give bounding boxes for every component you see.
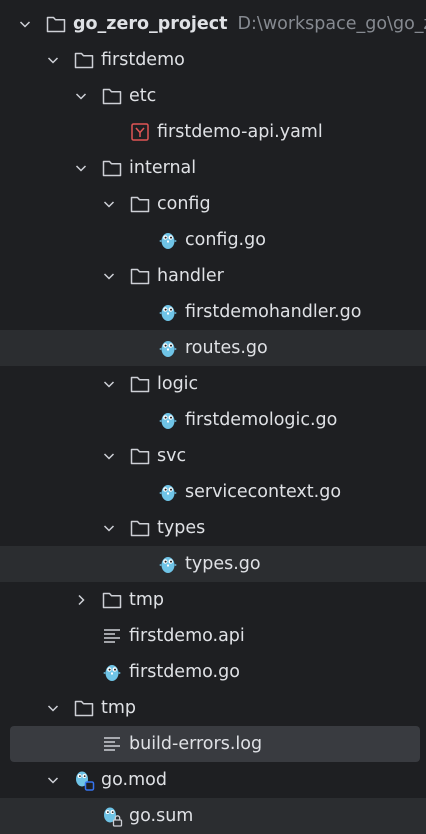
folder-icon (73, 49, 95, 71)
text-file-icon (101, 733, 123, 755)
text-file-icon (101, 625, 123, 647)
node-label: internal (129, 158, 197, 178)
tree-node-build-errors-log[interactable]: build-errors.log (10, 726, 420, 762)
node-label: routes.go (185, 338, 268, 358)
folder-icon (129, 517, 151, 539)
node-label: config (157, 194, 211, 214)
node-label: go.mod (101, 770, 167, 790)
node-label: types (157, 518, 206, 538)
node-label: logic (157, 374, 199, 394)
tree-node-tmp[interactable]: tmp (0, 690, 426, 726)
tree-node-firstdemohandler-go[interactable]: firstdemohandler.go (0, 294, 426, 330)
chevron-down-icon[interactable] (17, 16, 33, 32)
node-label: etc (129, 86, 157, 106)
tree-node-servicecontext-go[interactable]: servicecontext.go (0, 474, 426, 510)
tree-node-types-go[interactable]: types.go (0, 546, 426, 582)
node-label: servicecontext.go (185, 482, 342, 502)
gopher-go-file-icon (157, 337, 179, 359)
project-name: go_zero_project (73, 14, 228, 34)
chevron-right-icon[interactable] (73, 592, 89, 608)
folder-icon (73, 697, 95, 719)
tree-node-firstdemo[interactable]: firstdemo (0, 42, 426, 78)
chevron-down-icon[interactable] (101, 196, 117, 212)
node-label: svc (157, 446, 187, 466)
tree-node-routes-go[interactable]: routes.go (0, 330, 426, 366)
folder-icon (129, 373, 151, 395)
node-label: config.go (185, 230, 266, 250)
node-label: firstdemo-api.yaml (157, 122, 323, 142)
gopher-go-file-icon (157, 229, 179, 251)
chevron-down-icon[interactable] (45, 772, 61, 788)
node-label: handler (157, 266, 224, 286)
folder-icon (101, 589, 123, 611)
project-tree: go_zero_project D:\workspace_go\go_ze fi… (0, 6, 426, 834)
go-module-icon (73, 769, 95, 791)
tree-node-firstdemo-api[interactable]: firstdemo.api (0, 618, 426, 654)
node-label: build-errors.log (129, 734, 263, 754)
node-label: tmp (129, 590, 165, 610)
chevron-down-icon[interactable] (45, 700, 61, 716)
tree-node-firstdemo-go[interactable]: firstdemo.go (0, 654, 426, 690)
tree-node-handler[interactable]: handler (0, 258, 426, 294)
folder-icon (129, 445, 151, 467)
chevron-down-icon[interactable] (101, 520, 117, 536)
node-label: firstdemologic.go (185, 410, 338, 430)
gopher-go-file-icon (157, 409, 179, 431)
gopher-go-file-icon (157, 553, 179, 575)
folder-icon (129, 265, 151, 287)
node-label: firstdemo (101, 50, 185, 70)
tree-node-project-root[interactable]: go_zero_project D:\workspace_go\go_ze (0, 6, 426, 42)
chevron-down-icon[interactable] (101, 268, 117, 284)
folder-icon (45, 13, 67, 35)
tree-node-firstdemo-api-yaml[interactable]: firstdemo-api.yaml (0, 114, 426, 150)
node-label: firstdemohandler.go (185, 302, 362, 322)
tree-node-firstdemologic-go[interactable]: firstdemologic.go (0, 402, 426, 438)
tree-node-config-go[interactable]: config.go (0, 222, 426, 258)
node-label: types.go (185, 554, 261, 574)
tree-node-logic[interactable]: logic (0, 366, 426, 402)
node-label: firstdemo.api (129, 626, 245, 646)
project-path: D:\workspace_go\go_ze (237, 14, 426, 34)
chevron-down-icon[interactable] (73, 160, 89, 176)
folder-icon (129, 193, 151, 215)
chevron-down-icon[interactable] (101, 376, 117, 392)
gopher-go-file-icon (157, 301, 179, 323)
tree-node-internal[interactable]: internal (0, 150, 426, 186)
tree-node-config[interactable]: config (0, 186, 426, 222)
yaml-file-icon (129, 121, 151, 143)
folder-icon (101, 157, 123, 179)
node-label: tmp (101, 698, 137, 718)
node-label: go.sum (129, 806, 194, 826)
tree-node-tmp-collapsed[interactable]: tmp (0, 582, 426, 618)
folder-icon (101, 85, 123, 107)
node-label: firstdemo.go (129, 662, 240, 682)
tree-node-go-mod[interactable]: go.mod (0, 762, 426, 798)
chevron-down-icon[interactable] (73, 88, 89, 104)
go-sum-lock-icon (101, 805, 123, 827)
tree-node-svc[interactable]: svc (0, 438, 426, 474)
gopher-go-file-icon (101, 661, 123, 683)
tree-node-etc[interactable]: etc (0, 78, 426, 114)
tree-node-types[interactable]: types (0, 510, 426, 546)
chevron-down-icon[interactable] (101, 448, 117, 464)
chevron-down-icon[interactable] (45, 52, 61, 68)
gopher-go-file-icon (157, 481, 179, 503)
